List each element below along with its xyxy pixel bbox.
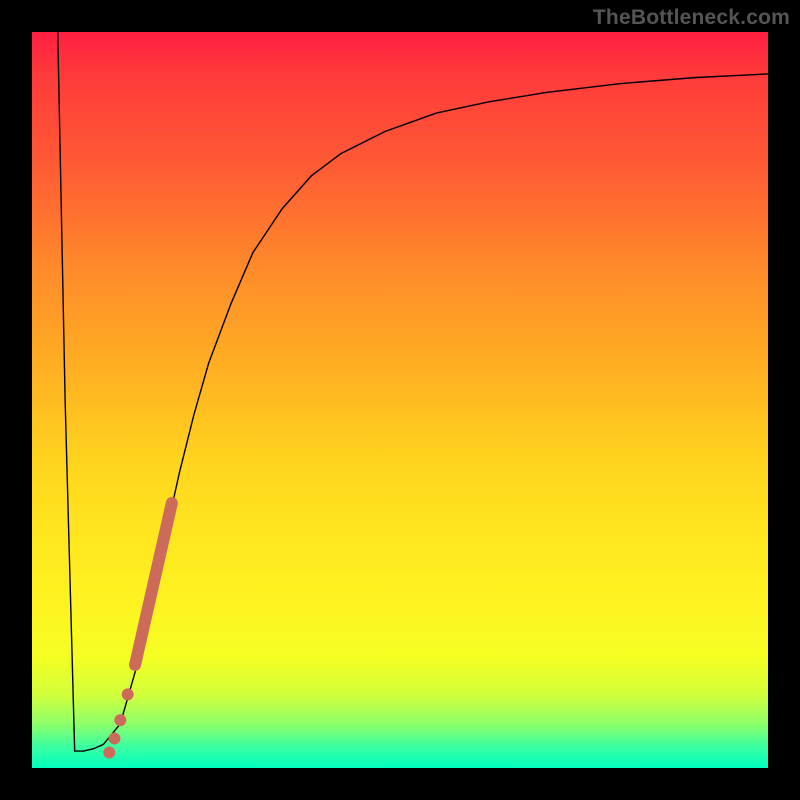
- chart-frame: TheBottleneck.com: [0, 0, 800, 800]
- chart-svg: [32, 32, 768, 768]
- plot-area: [32, 32, 768, 768]
- watermark-text: TheBottleneck.com: [593, 6, 790, 30]
